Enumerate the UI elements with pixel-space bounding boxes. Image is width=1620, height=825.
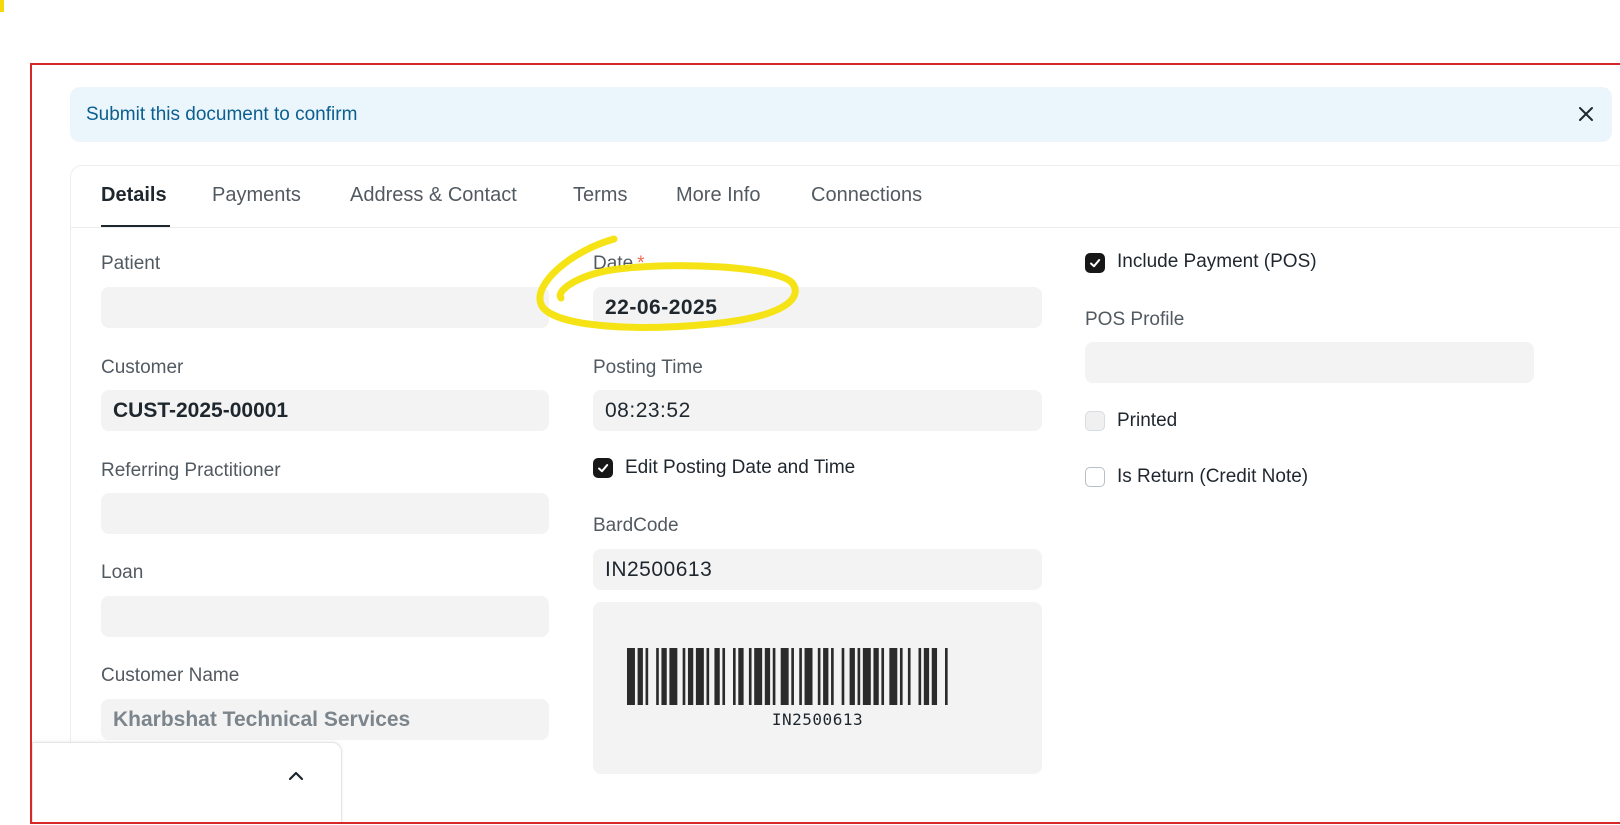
include-payment-label: Include Payment (POS)	[1117, 251, 1317, 272]
barcode-bar	[669, 648, 678, 705]
customer-label: Customer	[101, 357, 184, 378]
barcode-bar	[881, 648, 885, 705]
barcode-bar	[804, 648, 813, 705]
collapse-panel	[32, 742, 342, 822]
form-frame: Submit this document to confirm Details …	[30, 63, 1620, 824]
patient-field[interactable]	[101, 287, 549, 328]
patient-label: Patient	[101, 253, 161, 274]
printed-checkbox	[1085, 411, 1105, 431]
customer-name-field: Kharbshat Technical Services	[101, 699, 549, 740]
referring-practitioner-field[interactable]	[101, 493, 549, 534]
barcode-label: BardCode	[593, 515, 679, 536]
active-tab-indicator	[101, 225, 170, 227]
barcode-bar	[817, 648, 821, 705]
barcode-bar	[907, 648, 911, 705]
posting-time-field[interactable]: 08:23:52	[593, 390, 1042, 431]
close-icon[interactable]	[1572, 100, 1600, 128]
barcode-bar	[873, 648, 879, 705]
barcode-bar	[772, 648, 776, 705]
barcode-bar	[945, 648, 948, 705]
barcode-field[interactable]: IN2500613	[593, 549, 1042, 590]
tab-terms[interactable]: Terms	[573, 184, 627, 207]
barcode-bar	[656, 648, 659, 705]
barcode-bar	[706, 648, 710, 705]
edit-posting-checkbox[interactable]	[593, 458, 613, 478]
barcode-preview: IN2500613	[593, 602, 1042, 774]
barcode-bar	[627, 648, 635, 705]
barcode-caption: IN2500613	[771, 710, 864, 729]
barcode-bar	[733, 648, 736, 705]
date-label-text: Date	[593, 253, 634, 274]
check-icon	[1090, 259, 1101, 268]
submit-alert: Submit this document to confirm	[70, 87, 1612, 142]
barcode-bar	[637, 648, 643, 705]
referring-practitioner-label: Referring Practitioner	[101, 460, 281, 481]
tab-details[interactable]: Details	[101, 184, 167, 207]
barcode-bar	[849, 648, 855, 705]
barcode-bar	[889, 648, 898, 705]
barcode-bar	[780, 648, 789, 705]
tab-payments[interactable]: Payments	[212, 184, 301, 207]
customer-field[interactable]: CUST-2025-00001	[101, 390, 549, 431]
chevron-up-icon[interactable]	[283, 763, 309, 789]
barcode-bar	[754, 648, 763, 705]
barcode-bar	[791, 648, 794, 705]
corner-marker	[0, 0, 4, 12]
barcode-bar	[841, 648, 845, 705]
is-return-checkbox[interactable]	[1085, 467, 1105, 487]
barcode-image	[627, 648, 948, 705]
include-payment-checkbox[interactable]	[1085, 253, 1105, 273]
edit-posting-label: Edit Posting Date and Time	[625, 457, 856, 478]
posting-time-label: Posting Time	[593, 357, 703, 378]
pos-profile-label: POS Profile	[1085, 309, 1185, 330]
tab-address-contact[interactable]: Address & Contact	[350, 184, 517, 207]
barcode-bar	[645, 648, 649, 705]
barcode-bar	[799, 648, 802, 705]
tab-connections[interactable]: Connections	[811, 184, 922, 207]
barcode-bar	[831, 648, 834, 705]
date-field[interactable]: 22-06-2025	[593, 287, 1042, 328]
barcode-bar	[823, 648, 829, 705]
barcode-bar	[722, 648, 726, 705]
tab-bar: Details Payments Address & Contact Terms…	[71, 166, 1620, 228]
check-icon	[598, 464, 609, 473]
tab-more-info[interactable]: More Info	[676, 184, 760, 207]
barcode-bar	[748, 648, 752, 705]
pos-profile-field[interactable]	[1085, 342, 1534, 383]
form-card: Details Payments Address & Contact Terms…	[70, 165, 1620, 822]
is-return-label: Is Return (Credit Note)	[1117, 466, 1309, 487]
barcode-bar	[714, 648, 720, 705]
barcode-bar	[857, 648, 861, 705]
loan-field[interactable]	[101, 596, 549, 637]
barcode-bar	[899, 648, 903, 705]
barcode-bar	[923, 648, 930, 705]
date-label: Date *	[593, 253, 645, 275]
barcode-bar	[764, 648, 771, 705]
barcode-bar	[931, 648, 938, 705]
required-mark: *	[637, 253, 645, 274]
barcode-bar	[738, 648, 744, 705]
alert-message: Submit this document to confirm	[86, 103, 358, 125]
barcode-bar	[918, 648, 922, 705]
customer-name-label: Customer Name	[101, 665, 240, 686]
printed-label: Printed	[1117, 410, 1178, 431]
barcode-bar	[682, 648, 686, 705]
barcode-bar	[695, 648, 704, 705]
barcode-bar	[862, 648, 871, 705]
barcode-bar	[687, 648, 694, 705]
loan-label: Loan	[101, 562, 144, 583]
barcode-bar	[661, 648, 667, 705]
